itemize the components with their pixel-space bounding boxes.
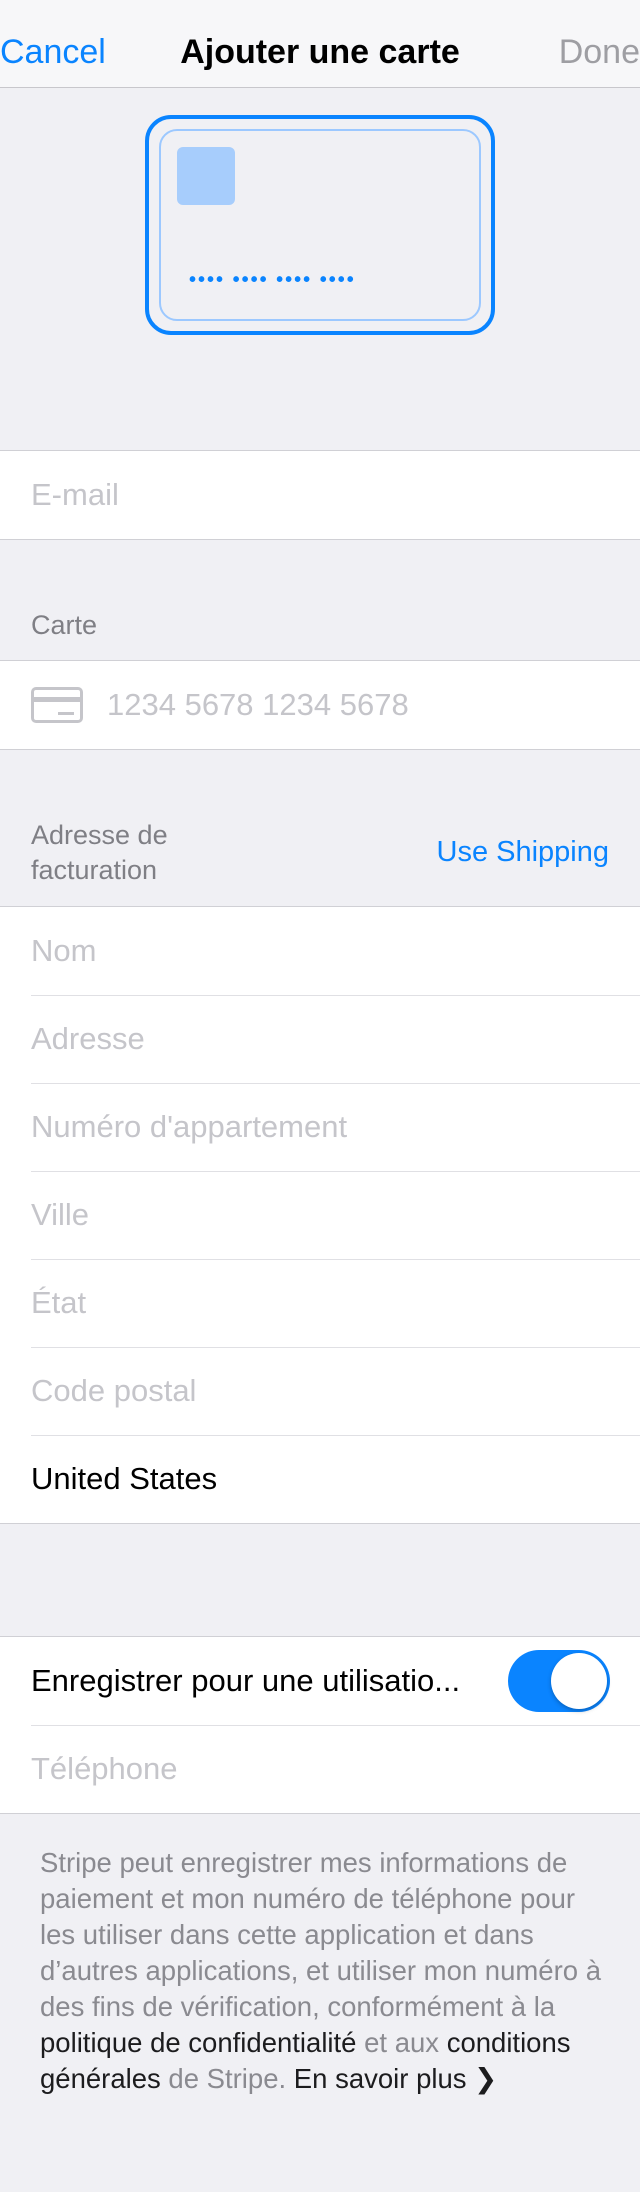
billing-section-header: Adresse de facturation — [31, 818, 168, 888]
postal-code-placeholder: Code postal — [31, 1373, 197, 1408]
legal-footer: Stripe peut enregistrer mes informations… — [40, 1845, 615, 2097]
footer-text-a: Stripe peut enregistrer mes informations… — [40, 1847, 601, 2022]
card-number-placeholder: 1234 5678 1234 5678 — [107, 687, 409, 722]
privacy-policy-link[interactable]: politique de confidentialité — [40, 2027, 356, 2058]
address-placeholder: Adresse — [31, 1021, 145, 1056]
country-selector[interactable]: United States — [0, 1435, 640, 1523]
billing-address-group: Nom Adresse Numéro d'appartement Ville É… — [0, 906, 640, 1524]
save-info-toggle[interactable] — [508, 1650, 610, 1712]
footer-text-b: et aux — [356, 2027, 447, 2058]
toggle-knob — [551, 1653, 607, 1709]
state-placeholder: État — [31, 1285, 87, 1320]
phone-field[interactable]: Téléphone — [0, 1725, 640, 1813]
save-info-row: Enregistrer pour une utilisatio... — [0, 1637, 640, 1725]
card-illustration: •••• •••• •••• •••• — [145, 115, 495, 335]
apartment-field[interactable]: Numéro d'appartement — [0, 1083, 640, 1171]
page-title: Ajouter une carte — [180, 33, 460, 71]
city-field[interactable]: Ville — [0, 1171, 640, 1259]
card-number-field[interactable]: 1234 5678 1234 5678 — [0, 661, 640, 749]
country-value: United States — [31, 1461, 218, 1496]
card-group: 1234 5678 1234 5678 — [0, 660, 640, 750]
chevron-right-icon: ❯ — [474, 2063, 498, 2094]
state-field[interactable]: État — [0, 1259, 640, 1347]
use-shipping-button[interactable]: Use Shipping — [437, 836, 610, 869]
learn-more-link[interactable]: En savoir plus — [294, 2063, 467, 2094]
phone-placeholder: Téléphone — [31, 1751, 178, 1786]
card-section-header: Carte — [31, 610, 98, 640]
email-field[interactable]: E-mail — [0, 451, 640, 539]
done-button[interactable]: Done — [559, 32, 640, 72]
name-field[interactable]: Nom — [0, 907, 640, 995]
email-group: E-mail — [0, 450, 640, 540]
postal-code-field[interactable]: Code postal — [0, 1347, 640, 1435]
billing-header-line1: Adresse de — [31, 820, 168, 850]
card-chip-icon — [177, 147, 235, 205]
billing-header-line2: facturation — [31, 855, 158, 885]
navigation-bar: Cancel Ajouter une carte Done — [0, 0, 640, 88]
name-placeholder: Nom — [31, 933, 97, 968]
email-placeholder: E-mail — [31, 477, 119, 512]
save-info-group: Enregistrer pour une utilisatio... Télép… — [0, 1636, 640, 1814]
card-inner-border: •••• •••• •••• •••• — [159, 129, 481, 321]
footer-text-c: de Stripe. — [160, 2063, 294, 2094]
address-field[interactable]: Adresse — [0, 995, 640, 1083]
city-placeholder: Ville — [31, 1197, 90, 1232]
credit-card-icon — [31, 687, 83, 723]
card-number-mask: •••• •••• •••• •••• — [189, 269, 356, 291]
save-info-label: Enregistrer pour une utilisatio... — [31, 1663, 461, 1698]
apartment-placeholder: Numéro d'appartement — [31, 1109, 348, 1144]
